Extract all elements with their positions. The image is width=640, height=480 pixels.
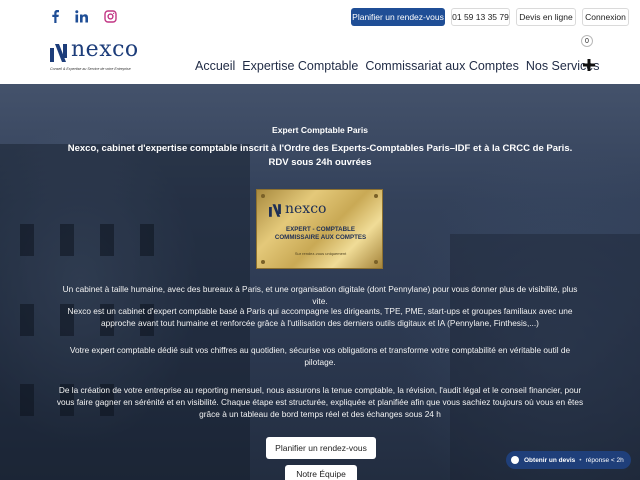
- plaque-line-rdv: Sur rendez-vous uniquement: [294, 251, 347, 256]
- nav-item-accueil[interactable]: Accueil: [195, 59, 235, 73]
- chat-bubble-icon: [511, 456, 519, 464]
- top-utility-bar: Planifier un rendez-vous 01 59 13 35 79 …: [0, 0, 640, 32]
- plaque-logo-mark-icon: [269, 204, 281, 217]
- cart-count-badge[interactable]: 0: [581, 35, 593, 47]
- plaque-line-commissaire: COMMISSAIRE AUX COMPTES: [274, 234, 367, 241]
- nexco-logo[interactable]: nexco Conseil & Expertise au Service de …: [50, 37, 150, 79]
- logo-mark-icon: [50, 44, 67, 62]
- hero-services-text: De la création de votre entreprise au re…: [56, 385, 584, 419]
- chat-sublabel: réponse < 2h: [585, 456, 624, 464]
- linkedin-icon[interactable]: [74, 8, 90, 24]
- hero-subtitle: Nexco, cabinet d'expertise comptable ins…: [67, 143, 573, 154]
- hero-pilotage-text: Votre expert comptable dédié suit vos ch…: [69, 345, 571, 367]
- brass-plaque-image: nexco EXPERT - COMPTABLE COMMISSAIRE AUX…: [256, 189, 383, 269]
- logo-tagline: Conseil & Expertise au Service de votre …: [50, 67, 131, 71]
- login-button[interactable]: Connexion: [582, 8, 629, 26]
- hero-rdv-note: RDV sous 24h ouvrées: [268, 157, 372, 168]
- hero-intro-text: Un cabinet à taille humaine, avec des bu…: [62, 284, 578, 306]
- logo-wordmark: nexco: [71, 37, 139, 62]
- instagram-icon[interactable]: [102, 8, 118, 24]
- phone-button[interactable]: 01 59 13 35 79: [451, 8, 510, 26]
- schedule-appointment-button[interactable]: Planifier un rendez-vous: [351, 8, 445, 26]
- online-quote-button[interactable]: Devis en ligne: [516, 8, 576, 26]
- team-button[interactable]: Notre Équipe: [285, 465, 357, 480]
- get-quote-chat-button[interactable]: Obtenir un devis • réponse < 2h: [506, 451, 631, 469]
- facebook-icon[interactable]: [47, 8, 63, 24]
- plaque-line-expert: EXPERT - COMPTABLE: [286, 226, 355, 233]
- plaque-logo-text: nexco: [285, 201, 327, 217]
- nav-item-commissariat-aux-comptes[interactable]: Commissariat aux Comptes: [365, 59, 519, 73]
- hero-section: Expert Comptable Paris Nexco, cabinet d'…: [0, 84, 640, 480]
- hero-description-text: Nexco est un cabinet d'expert comptable …: [67, 306, 573, 328]
- main-navigation: Accueil Expertise Comptable Commissariat…: [195, 59, 606, 73]
- hero-title: Expert Comptable Paris: [272, 125, 368, 135]
- site-header: nexco Conseil & Expertise au Service de …: [0, 32, 640, 84]
- chat-label: Obtenir un devis: [524, 456, 576, 464]
- plus-icon[interactable]: [582, 58, 596, 72]
- hero-schedule-button[interactable]: Planifier un rendez-vous: [266, 437, 376, 459]
- nav-item-expertise-comptable[interactable]: Expertise Comptable: [242, 59, 358, 73]
